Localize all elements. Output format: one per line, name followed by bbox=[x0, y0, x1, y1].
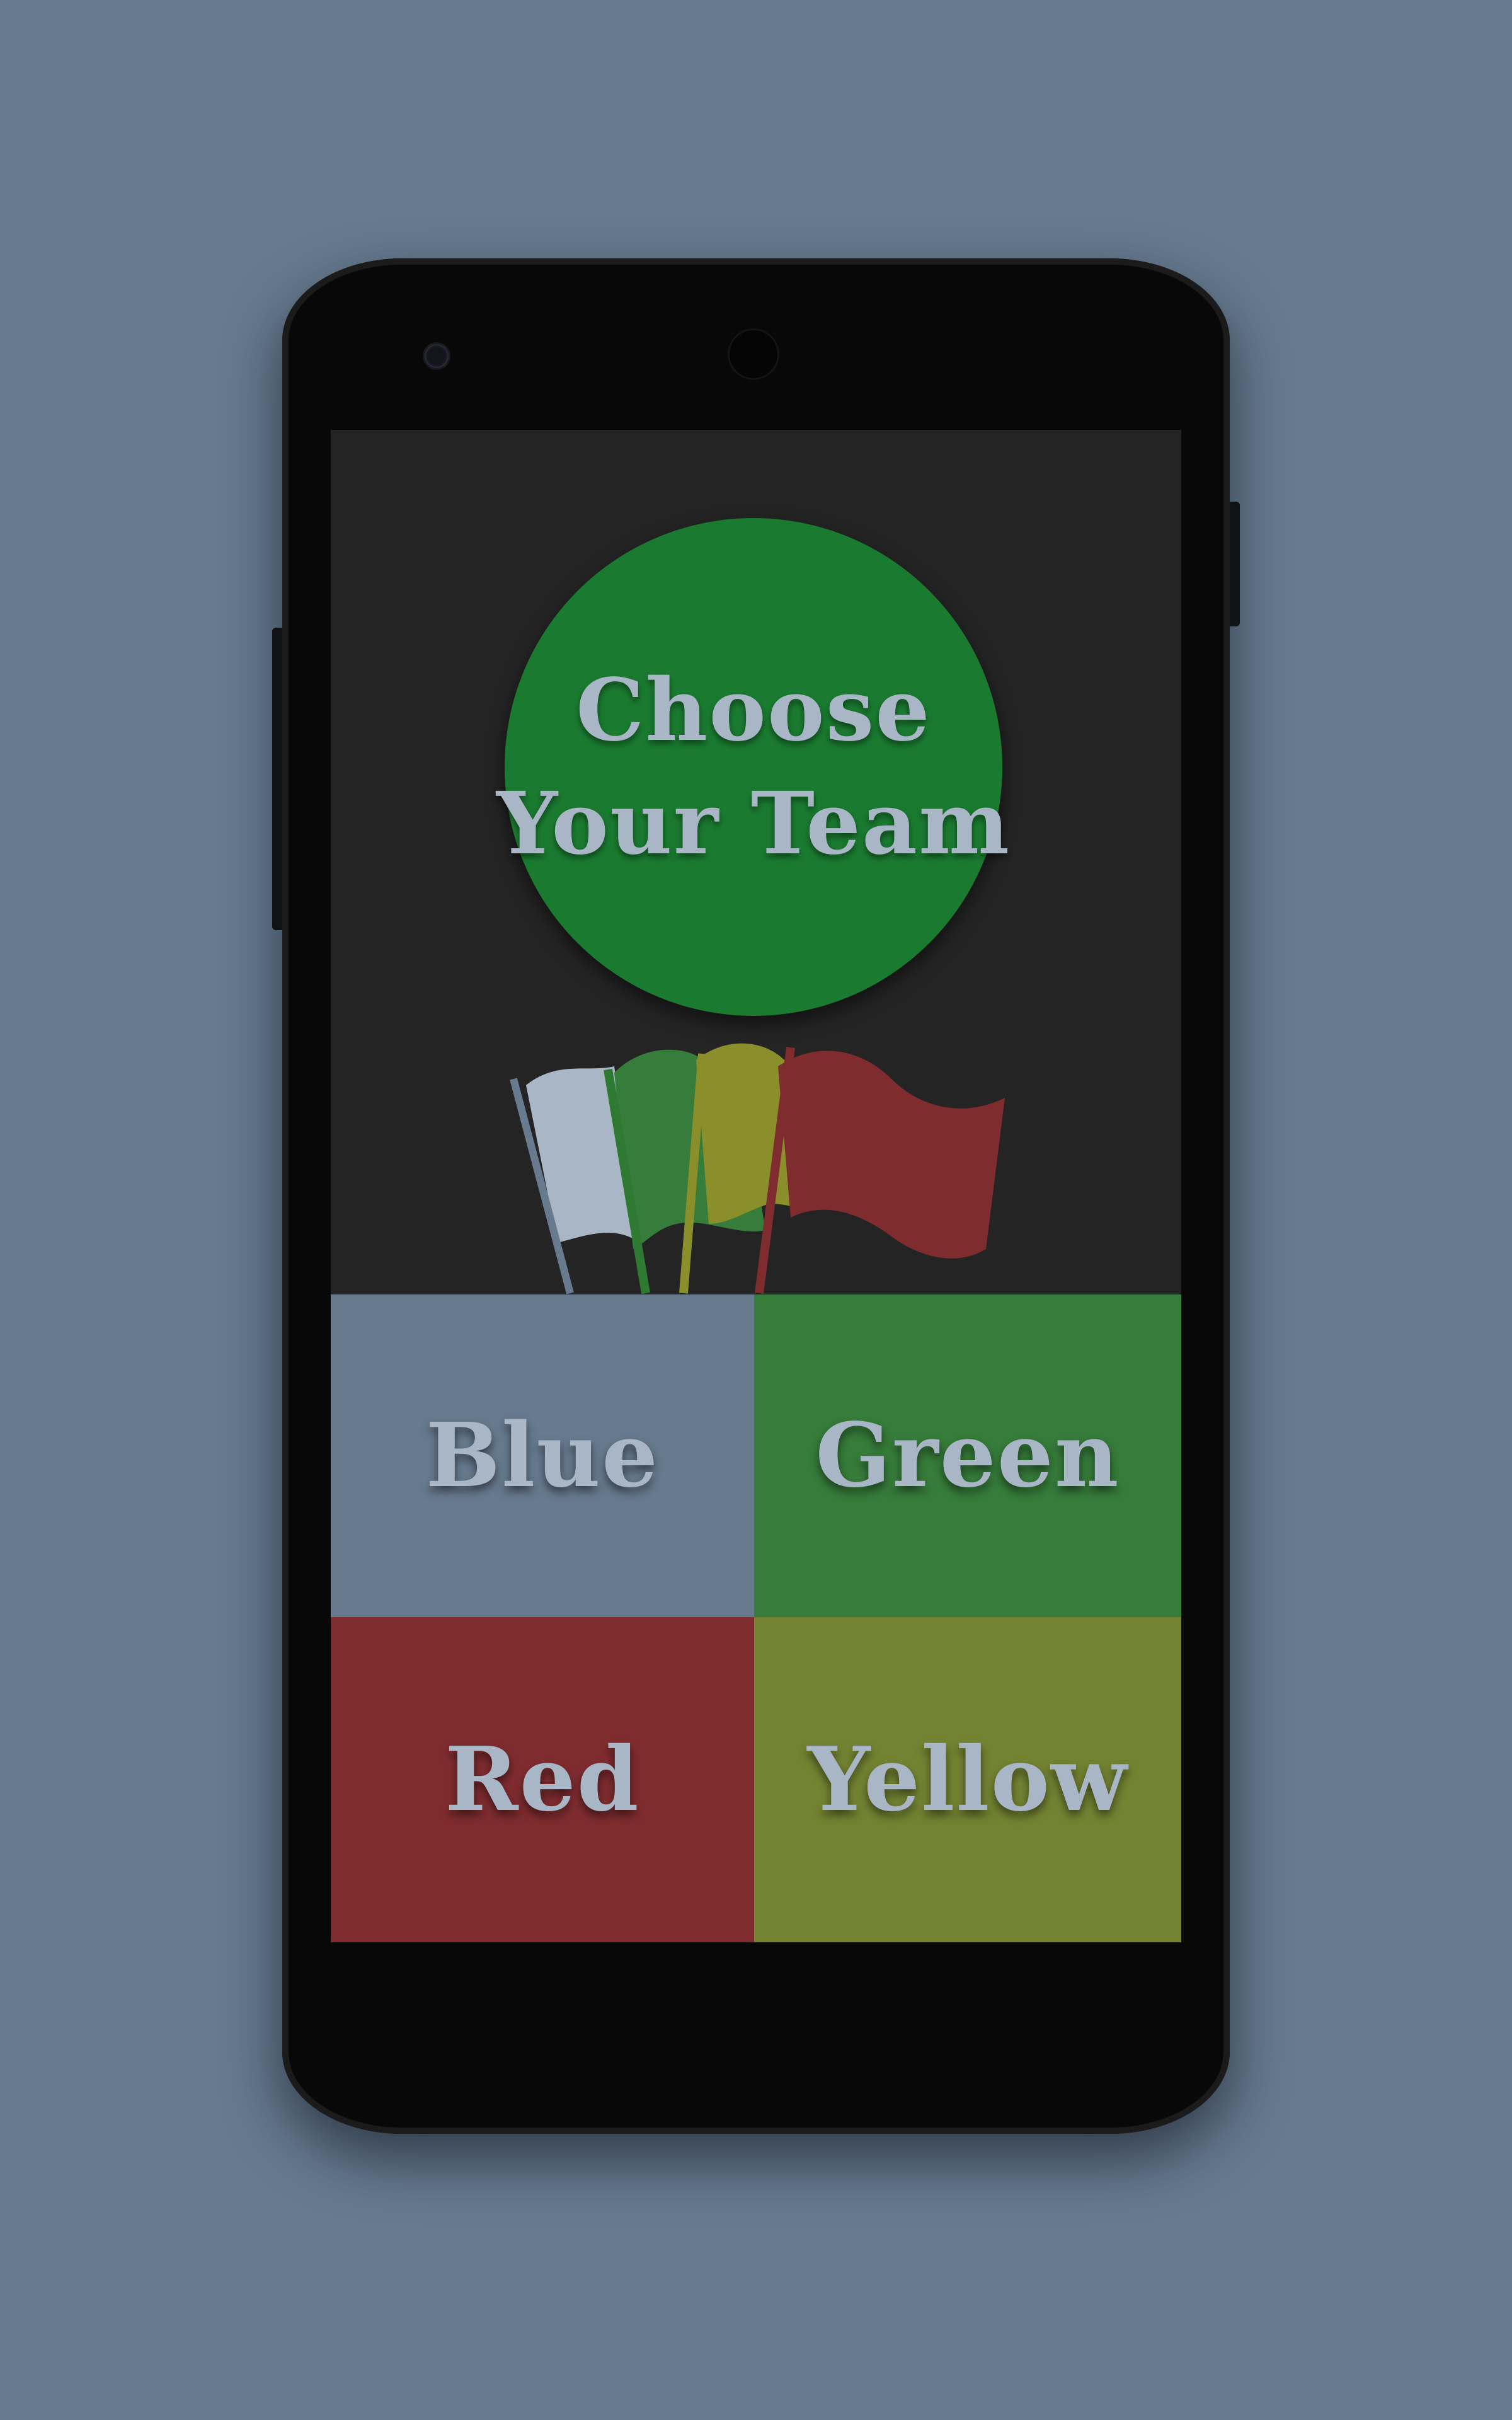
title-line-2: Your Team bbox=[496, 773, 1011, 874]
team-flags-icon bbox=[510, 1043, 1005, 1294]
page-background: Choose Your Team Blue Green Red Yellow bbox=[0, 0, 1512, 2420]
team-blue-button[interactable]: Blue bbox=[331, 1294, 754, 1617]
team-yellow-label: Yellow bbox=[807, 1728, 1128, 1831]
title-circle: Choose Your Team bbox=[496, 518, 1009, 1016]
team-red-button[interactable]: Red bbox=[331, 1617, 754, 1942]
team-green-label: Green bbox=[815, 1404, 1120, 1507]
team-yellow-button[interactable]: Yellow bbox=[754, 1617, 1181, 1942]
earpiece-speaker-icon bbox=[730, 330, 777, 378]
team-red-label: Red bbox=[445, 1728, 640, 1831]
team-green-button[interactable]: Green bbox=[754, 1294, 1181, 1617]
team-blue-label: Blue bbox=[425, 1404, 660, 1507]
team-selection-grid: Blue Green Red Yellow bbox=[331, 1294, 1181, 1942]
front-camera-icon bbox=[425, 344, 449, 368]
app-screen: Choose Your Team Blue Green Red Yellow bbox=[331, 430, 1181, 1942]
title-line-1: Choose bbox=[576, 660, 931, 761]
red-flag-icon bbox=[778, 1051, 1005, 1259]
phone-power-button bbox=[1228, 502, 1240, 626]
